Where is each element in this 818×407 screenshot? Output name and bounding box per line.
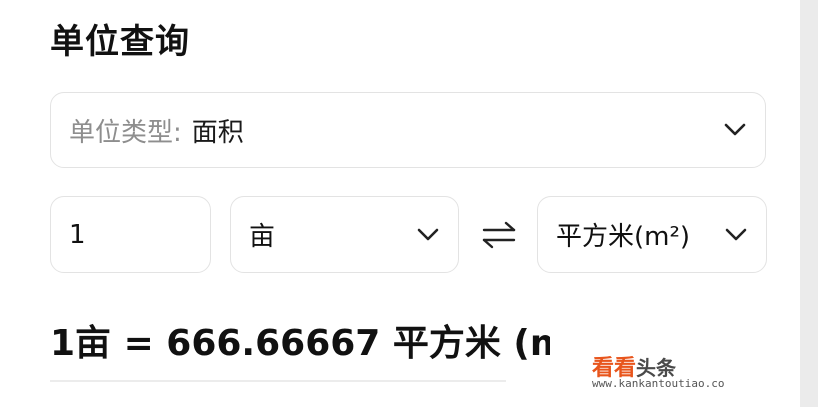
from-unit-value: 亩 bbox=[249, 222, 276, 252]
conversion-result: 1亩 = 666.66667 平方米 (m²) bbox=[50, 323, 550, 364]
quantity-value: 1 bbox=[69, 219, 86, 250]
watermark-url: www.kankantoutiao.co bbox=[592, 377, 725, 390]
unit-type-value: 面积 bbox=[191, 117, 244, 148]
unit-type-label: 单位类型: bbox=[69, 117, 182, 148]
unit-type-select[interactable]: 单位类型: 面积 bbox=[50, 92, 766, 168]
chevron-down-icon bbox=[723, 118, 747, 142]
swap-arrows-icon[interactable] bbox=[480, 216, 518, 254]
to-unit-value: 平方米(m²) bbox=[556, 222, 691, 252]
to-unit-select[interactable]: 平方米(m²) bbox=[537, 196, 767, 273]
quantity-input[interactable]: 1 bbox=[50, 196, 211, 273]
watermark-logo: 看看头条 www.kankantoutiao.co bbox=[588, 350, 758, 394]
page-edge bbox=[800, 0, 818, 407]
chevron-down-icon bbox=[724, 223, 748, 247]
from-unit-select[interactable]: 亩 bbox=[230, 196, 459, 273]
chevron-down-icon bbox=[416, 223, 440, 247]
unit-query-card: 单位查询 单位类型: 面积 1 亩 平方米(m²) 1亩 = 666.66667… bbox=[0, 0, 800, 407]
page-title: 单位查询 bbox=[50, 22, 190, 62]
divider bbox=[50, 380, 506, 382]
